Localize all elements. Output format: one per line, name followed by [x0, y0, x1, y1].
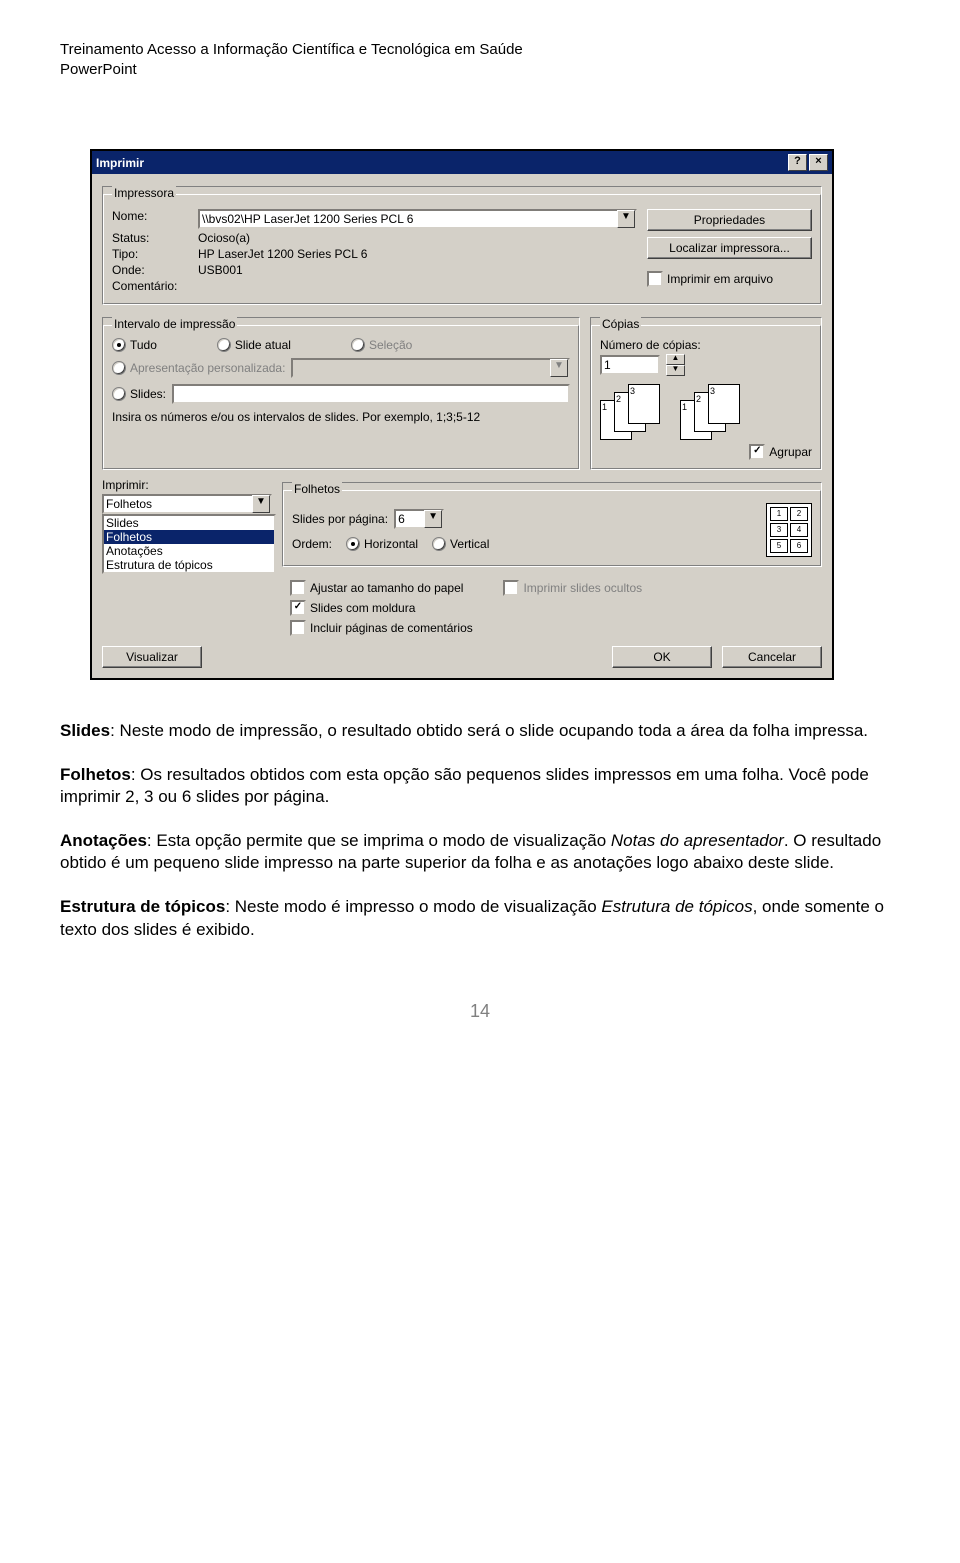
preview-button[interactable]: Visualizar	[102, 646, 202, 668]
slides-per-page-select[interactable]: 6 ▼	[394, 509, 444, 529]
handouts-preview-icon: 123456	[766, 503, 812, 557]
where-value: USB001	[198, 263, 243, 277]
list-item[interactable]: Slides	[104, 516, 274, 530]
document-header: Treinamento Acesso a Informação Científi…	[60, 40, 900, 79]
ok-button[interactable]: OK	[612, 646, 712, 668]
copies-group: Cópias Número de cópias: ▲ ▼ 1 2 3 1 2 3	[591, 318, 821, 469]
chevron-down-icon: ▼	[252, 495, 270, 513]
radio-slides[interactable]: Slides:	[112, 387, 166, 401]
print-range-legend: Intervalo de impressão	[112, 317, 237, 331]
include-comments-checkbox[interactable]: Incluir páginas de comentários	[290, 620, 822, 636]
printer-legend: Impressora	[112, 186, 176, 200]
custom-show-select: ▼	[291, 358, 570, 378]
properties-button[interactable]: Propriedades	[647, 209, 812, 231]
radio-all[interactable]: Tudo	[112, 338, 157, 352]
dialog-titlebar: Imprimir ? ×	[92, 151, 832, 174]
slides-range-input[interactable]	[172, 384, 570, 404]
radio-vertical[interactable]: Vertical	[432, 537, 489, 551]
collate-diagram: 1 2 3 1 2 3	[600, 384, 812, 444]
list-item[interactable]: Estrutura de tópicos	[104, 558, 274, 572]
handouts-legend: Folhetos	[292, 482, 342, 496]
copies-legend: Cópias	[600, 317, 641, 331]
print-range-group: Intervalo de impressão Tudo Slide atual …	[103, 318, 579, 469]
print-hidden-checkbox: Imprimir slides ocultos	[503, 580, 642, 596]
cancel-button[interactable]: Cancelar	[722, 646, 822, 668]
print-to-file-label: Imprimir em arquivo	[667, 272, 773, 286]
type-value: HP LaserJet 1200 Series PCL 6	[198, 247, 367, 261]
chevron-down-icon: ▼	[424, 510, 442, 528]
chevron-down-icon: ▼	[550, 359, 568, 377]
status-label: Status:	[112, 231, 192, 245]
find-printer-button[interactable]: Localizar impressora...	[647, 237, 812, 259]
term-slides: Slides	[60, 721, 110, 740]
list-item[interactable]: Anotações	[104, 544, 274, 558]
printer-group: Impressora Nome: \\bvs02\HP LaserJet 120…	[103, 187, 821, 304]
comment-label: Comentário:	[112, 279, 192, 293]
print-what-select[interactable]: Folhetos ▼	[102, 494, 272, 514]
copies-count-label: Número de cópias:	[600, 338, 812, 352]
radio-horizontal[interactable]: Horizontal	[346, 537, 418, 551]
page-number: 14	[60, 1001, 900, 1022]
order-label: Ordem:	[292, 537, 332, 551]
where-label: Onde:	[112, 263, 192, 277]
spin-down-icon[interactable]: ▼	[666, 365, 685, 376]
slides-per-page-label: Slides por página:	[292, 512, 388, 526]
radio-current-slide[interactable]: Slide atual	[217, 338, 291, 352]
scale-to-fit-checkbox[interactable]: Ajustar ao tamanho do papel	[290, 580, 463, 596]
collate-checkbox[interactable]: Agrupar	[600, 444, 812, 460]
help-button[interactable]: ?	[788, 154, 807, 171]
printer-name-label: Nome:	[112, 209, 192, 229]
print-what-listbox[interactable]: Slides Folhetos Anotações Estrutura de t…	[102, 514, 276, 574]
handouts-group: Folhetos Slides por página: 6 ▼ Ordem:	[283, 483, 821, 566]
document-body: Slides: Neste modo de impressão, o resul…	[60, 720, 900, 941]
print-dialog: Imprimir ? × Impressora Nome: \\bvs02\HP…	[90, 149, 834, 680]
type-label: Tipo:	[112, 247, 192, 261]
print-to-file-checkbox[interactable]: Imprimir em arquivo	[647, 271, 812, 287]
status-value: Ocioso(a)	[198, 231, 250, 245]
radio-custom-show: Apresentação personalizada:	[112, 361, 285, 375]
header-line2: PowerPoint	[60, 60, 900, 80]
list-item[interactable]: Folhetos	[104, 530, 274, 544]
slides-range-hint: Insira os números e/ou os intervalos de …	[112, 410, 570, 424]
copies-count-input[interactable]	[600, 355, 660, 375]
print-what-label: Imprimir:	[102, 478, 272, 492]
printer-name-select[interactable]: \\bvs02\HP LaserJet 1200 Series PCL 6 ▼	[198, 209, 637, 229]
chevron-down-icon: ▼	[617, 210, 635, 228]
dialog-title: Imprimir	[96, 156, 144, 170]
close-button[interactable]: ×	[809, 154, 828, 171]
frame-slides-checkbox[interactable]: Slides com moldura	[290, 600, 822, 616]
radio-selection: Seleção	[351, 338, 412, 352]
term-folhetos: Folhetos	[60, 765, 131, 784]
term-estrutura: Estrutura de tópicos	[60, 897, 225, 916]
printer-name-value: \\bvs02\HP LaserJet 1200 Series PCL 6	[202, 212, 413, 226]
term-anotacoes: Anotações	[60, 831, 147, 850]
header-line1: Treinamento Acesso a Informação Científi…	[60, 40, 900, 60]
